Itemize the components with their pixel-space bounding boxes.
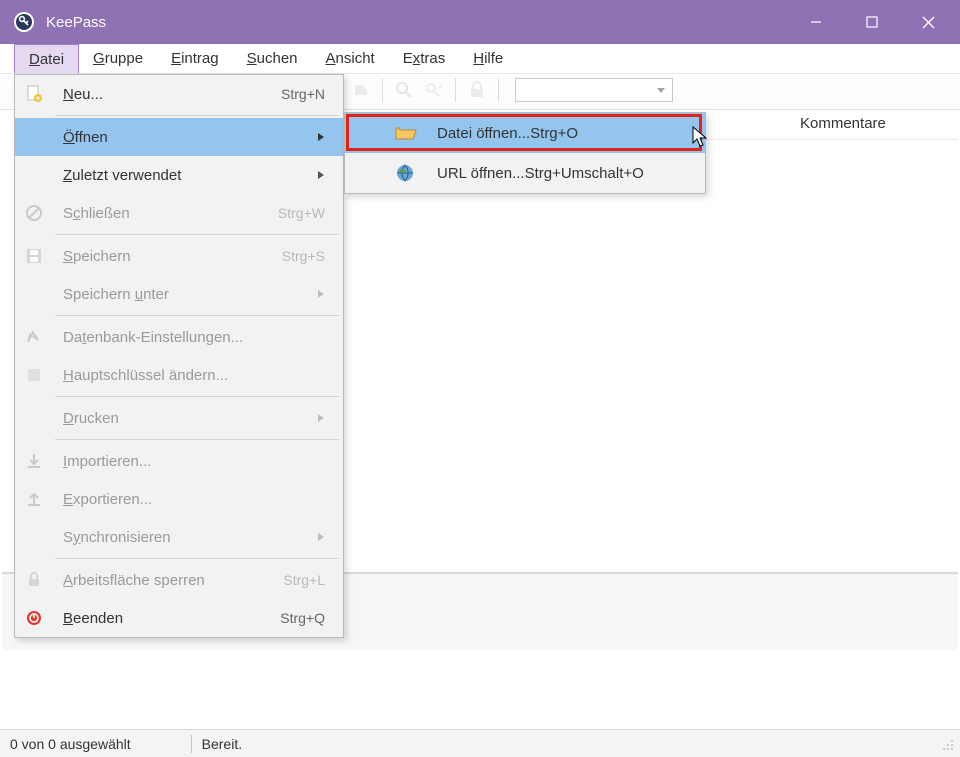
menu-divider — [55, 315, 339, 316]
menu-item-recent[interactable]: Zuletzt verwendet — [15, 156, 343, 194]
menu-eintrag[interactable]: Eintrag — [157, 44, 233, 73]
lock-workspace-icon — [15, 561, 53, 599]
menu-item-close: Schließen Strg+W — [15, 194, 343, 232]
import-icon — [15, 442, 53, 480]
key-change-icon — [15, 356, 53, 394]
globe-icon — [395, 163, 437, 183]
status-selection: 0 von 0 ausgewählt — [0, 736, 141, 752]
open-submenu: Datei öffnen... Strg+O URL öffnen... Str… — [344, 112, 706, 194]
submenu-arrow-icon — [317, 289, 325, 299]
menu-item-sync: Synchronisieren — [15, 518, 343, 556]
menu-extras[interactable]: Extras — [389, 44, 460, 73]
submenu-arrow-icon — [317, 413, 325, 423]
maximize-button[interactable] — [844, 0, 900, 44]
resize-grip-icon[interactable] — [940, 737, 960, 751]
minimize-button[interactable] — [788, 0, 844, 44]
menu-item-import: Importieren... — [15, 442, 343, 480]
lock-icon[interactable] — [466, 79, 488, 101]
menu-suchen[interactable]: Suchen — [233, 44, 312, 73]
window-title: KeePass — [46, 14, 788, 31]
menu-item-save: Speichern Strg+S — [15, 237, 343, 275]
menu-divider — [55, 234, 339, 235]
status-ready: Bereit. — [192, 736, 252, 752]
menu-divider — [55, 439, 339, 440]
toolbar-icon-a[interactable] — [350, 79, 372, 101]
menu-item-lock: Arbeitsfläche sperren Strg+L — [15, 561, 343, 599]
menu-gruppe[interactable]: Gruppe — [79, 44, 157, 73]
menu-item-export: Exportieren... — [15, 480, 343, 518]
settings-icon — [15, 318, 53, 356]
menu-item-open[interactable]: Öffnen — [15, 118, 343, 156]
folder-open-icon — [395, 124, 437, 142]
close-button[interactable] — [900, 0, 956, 44]
statusbar: 0 von 0 ausgewählt Bereit. — [0, 729, 960, 757]
menu-ansicht[interactable]: Ansicht — [312, 44, 389, 73]
submenu-open-url[interactable]: URL öffnen... Strg+Umschalt+O — [345, 153, 705, 193]
menu-divider — [55, 115, 339, 116]
menu-hilfe[interactable]: Hilfe — [459, 44, 517, 73]
menu-item-print: Drucken — [15, 399, 343, 437]
menu-item-new[interactable]: Neu... Strg+N — [15, 75, 343, 113]
menu-item-masterkey: Hauptschlüssel ändern... — [15, 356, 343, 394]
app-icon — [12, 10, 36, 34]
menu-item-dbsettings: Datenbank-Einstellungen... — [15, 318, 343, 356]
menu-divider — [55, 396, 339, 397]
toolbar-separator — [498, 78, 499, 102]
menubar: Datei Gruppe Eintrag Suchen Ansicht Extr… — [0, 44, 960, 74]
save-icon — [15, 237, 53, 275]
close-db-icon — [15, 194, 53, 232]
submenu-arrow-icon — [317, 532, 325, 542]
export-icon — [15, 480, 53, 518]
toolbar-separator — [382, 78, 383, 102]
new-file-icon — [15, 75, 53, 113]
titlebar: KeePass — [0, 0, 960, 44]
submenu-open-file[interactable]: Datei öffnen... Strg+O — [345, 113, 705, 153]
submenu-arrow-icon — [317, 132, 325, 142]
menu-datei[interactable]: Datei — [14, 44, 79, 73]
datei-menu: Neu... Strg+N Öffnen Zuletzt verwendet S… — [14, 74, 344, 638]
column-kommentare[interactable]: Kommentare — [800, 115, 886, 132]
quick-search-combo[interactable] — [515, 78, 673, 102]
power-icon — [15, 599, 53, 637]
menu-item-quit[interactable]: Beenden Strg+Q — [15, 599, 343, 637]
menu-divider — [55, 558, 339, 559]
submenu-arrow-icon — [317, 170, 325, 180]
menu-item-saveas: Speichern unter — [15, 275, 343, 313]
search-dropdown-icon[interactable] — [423, 79, 445, 101]
toolbar-separator — [455, 78, 456, 102]
search-icon[interactable] — [393, 79, 415, 101]
